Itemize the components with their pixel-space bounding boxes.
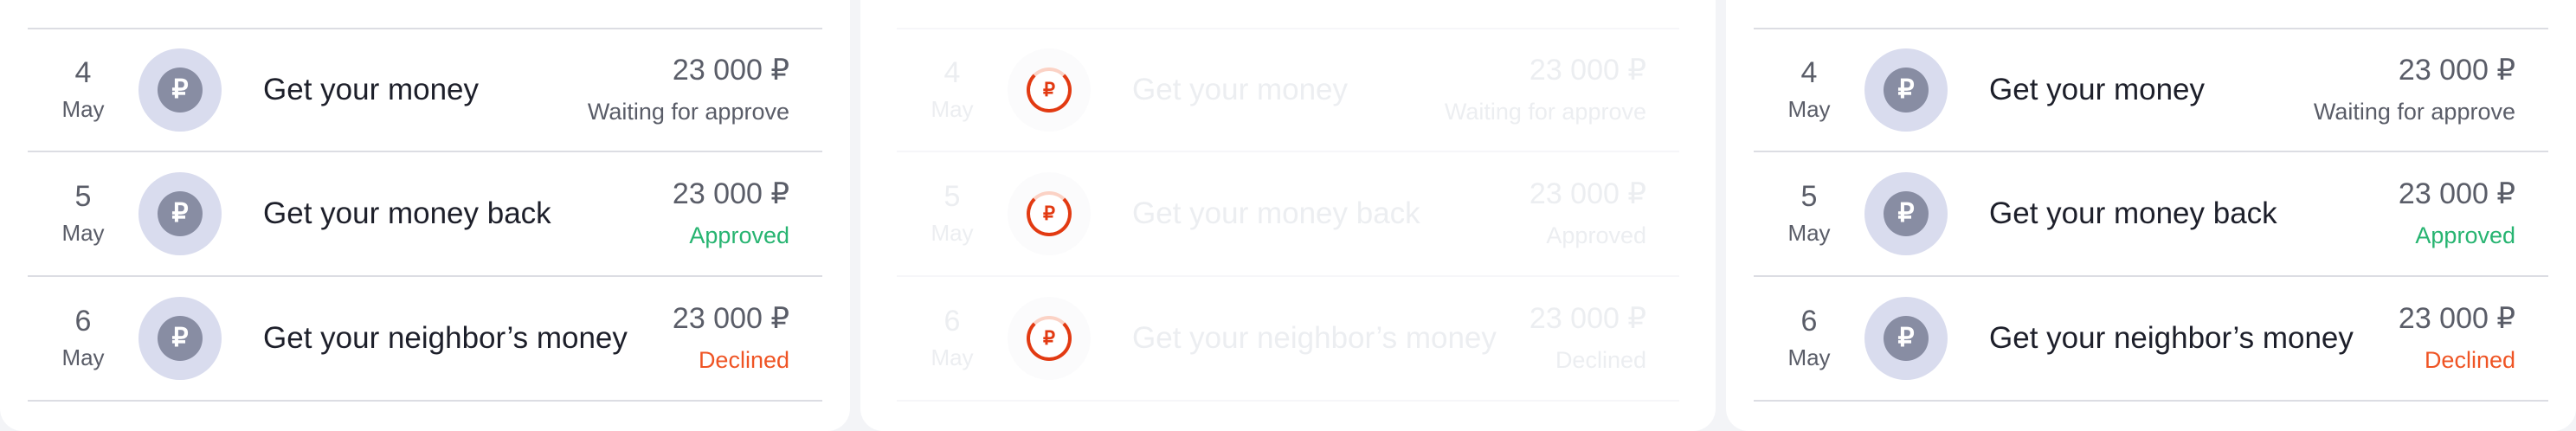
transactions-panel-1: 4 May ₽ Get your money 23 000 ₽ Waiting … <box>0 0 850 431</box>
transaction-date: 5 May <box>1754 177 1864 250</box>
transaction-date: 6 May <box>28 302 138 375</box>
transaction-row: 6 May ₽ Get your neighbor’s money 23 000… <box>897 277 1679 402</box>
transactions-panel-2: 4 May ₽ Get your money 23 000 ₽ Waiting … <box>860 0 1716 431</box>
transaction-avatar: ₽ <box>1864 297 1948 380</box>
status-badge: Approved <box>2415 222 2515 248</box>
status-badge: Declined <box>1555 347 1646 373</box>
transaction-avatar: ₽ <box>1008 48 1091 132</box>
transaction-list: 4 May ₽ Get your money 23 000 ₽ Waiting … <box>897 28 1679 402</box>
transaction-avatar: ₽ <box>1864 172 1948 255</box>
ruble-icon: ₽ <box>158 68 203 113</box>
date-day: 4 <box>74 56 92 89</box>
loading-spinner-icon: ₽ <box>1027 191 1072 236</box>
transaction-amount: 23 000 ₽ <box>1529 177 1646 210</box>
ruble-icon: ₽ <box>158 191 203 236</box>
date-day: 5 <box>943 180 961 213</box>
status-badge: Waiting for approve <box>2313 99 2515 125</box>
date-month: May <box>1787 96 1831 122</box>
transaction-summary: 23 000 ₽ Waiting for approve <box>588 51 822 129</box>
transaction-summary: 23 000 ₽ Approved <box>673 175 822 253</box>
date-day: 6 <box>943 305 961 338</box>
transaction-title: Get your money back <box>1989 196 2277 230</box>
date-month: May <box>931 96 974 122</box>
loading-spinner-icon: ₽ <box>1027 316 1072 361</box>
status-badge: Approved <box>1546 222 1646 248</box>
transaction-amount: 23 000 ₽ <box>2398 177 2515 210</box>
date-day: 5 <box>74 180 92 213</box>
transaction-date: 4 May <box>28 54 138 126</box>
transaction-row[interactable]: 4 May ₽ Get your money 23 000 ₽ Waiting … <box>1754 28 2548 152</box>
transaction-amount: 23 000 ₽ <box>672 54 789 87</box>
date-day: 5 <box>1800 180 1818 213</box>
transaction-title: Get your neighbor’s money <box>263 321 628 355</box>
transaction-avatar: ₽ <box>1008 172 1091 255</box>
transaction-date: 6 May <box>897 302 1008 375</box>
transaction-amount: 23 000 ₽ <box>1529 54 1646 87</box>
transactions-panel-3: 4 May ₽ Get your money 23 000 ₽ Waiting … <box>1726 0 2576 431</box>
status-badge: Declined <box>698 347 789 373</box>
transaction-amount: 23 000 ₽ <box>2398 302 2515 335</box>
date-month: May <box>61 344 105 370</box>
transaction-date: 4 May <box>897 54 1008 126</box>
date-day: 4 <box>943 56 961 89</box>
status-badge: Declined <box>2424 347 2515 373</box>
transaction-title: Get your money <box>263 73 479 106</box>
transaction-summary: 23 000 ₽ Declined <box>2399 299 2548 377</box>
transaction-title: Get your money back <box>1132 196 1420 230</box>
transaction-summary: 23 000 ₽ Waiting for approve <box>1445 51 1679 129</box>
transaction-summary: 23 000 ₽ Approved <box>1530 175 1679 253</box>
date-day: 6 <box>74 305 92 338</box>
ruble-icon: ₽ <box>1884 68 1929 113</box>
transaction-title: Get your neighbor’s money <box>1989 321 2354 355</box>
transaction-row[interactable]: 6 May ₽ Get your neighbor’s money 23 000… <box>28 277 822 402</box>
transaction-amount: 23 000 ₽ <box>672 302 789 335</box>
transaction-list: 4 May ₽ Get your money 23 000 ₽ Waiting … <box>28 28 822 402</box>
transaction-amount: 23 000 ₽ <box>2398 54 2515 87</box>
transaction-avatar: ₽ <box>1008 297 1091 380</box>
ruble-icon: ₽ <box>1884 316 1929 361</box>
transaction-avatar: ₽ <box>1864 48 1948 132</box>
transaction-summary: 23 000 ₽ Waiting for approve <box>2314 51 2548 129</box>
date-month: May <box>1787 344 1831 370</box>
transaction-row[interactable]: 5 May ₽ Get your money back 23 000 ₽ App… <box>28 152 822 277</box>
transaction-summary: 23 000 ₽ Declined <box>1530 299 1679 377</box>
date-day: 6 <box>1800 305 1818 338</box>
transaction-summary: 23 000 ₽ Approved <box>2399 175 2548 253</box>
transaction-row: 4 May ₽ Get your money 23 000 ₽ Waiting … <box>897 28 1679 152</box>
transaction-row[interactable]: 5 May ₽ Get your money back 23 000 ₽ App… <box>1754 152 2548 277</box>
transaction-avatar: ₽ <box>138 297 222 380</box>
date-month: May <box>61 220 105 246</box>
transaction-title: Get your neighbor’s money <box>1132 321 1497 355</box>
status-badge: Waiting for approve <box>587 99 789 125</box>
status-badge: Waiting for approve <box>1444 99 1646 125</box>
transaction-date: 5 May <box>897 177 1008 250</box>
ruble-icon: ₽ <box>1884 191 1929 236</box>
transaction-summary: 23 000 ₽ Declined <box>673 299 822 377</box>
transaction-row: 5 May ₽ Get your money back 23 000 ₽ App… <box>897 152 1679 277</box>
date-month: May <box>1787 220 1831 246</box>
transaction-date: 4 May <box>1754 54 1864 126</box>
status-badge: Approved <box>689 222 789 248</box>
date-day: 4 <box>1800 56 1818 89</box>
transaction-row[interactable]: 6 May ₽ Get your neighbor’s money 23 000… <box>1754 277 2548 402</box>
transaction-avatar: ₽ <box>138 48 222 132</box>
transaction-amount: 23 000 ₽ <box>672 177 789 210</box>
date-month: May <box>61 96 105 122</box>
transaction-list: 4 May ₽ Get your money 23 000 ₽ Waiting … <box>1754 28 2548 402</box>
transaction-title: Get your money <box>1989 73 2205 106</box>
transaction-title: Get your money back <box>263 196 551 230</box>
loading-spinner-icon: ₽ <box>1027 68 1072 113</box>
transaction-amount: 23 000 ₽ <box>1529 302 1646 335</box>
date-month: May <box>931 220 974 246</box>
ruble-icon: ₽ <box>158 316 203 361</box>
transaction-date: 6 May <box>1754 302 1864 375</box>
transaction-date: 5 May <box>28 177 138 250</box>
transaction-avatar: ₽ <box>138 172 222 255</box>
transaction-title: Get your money <box>1132 73 1348 106</box>
date-month: May <box>931 344 974 370</box>
transaction-row[interactable]: 4 May ₽ Get your money 23 000 ₽ Waiting … <box>28 28 822 152</box>
